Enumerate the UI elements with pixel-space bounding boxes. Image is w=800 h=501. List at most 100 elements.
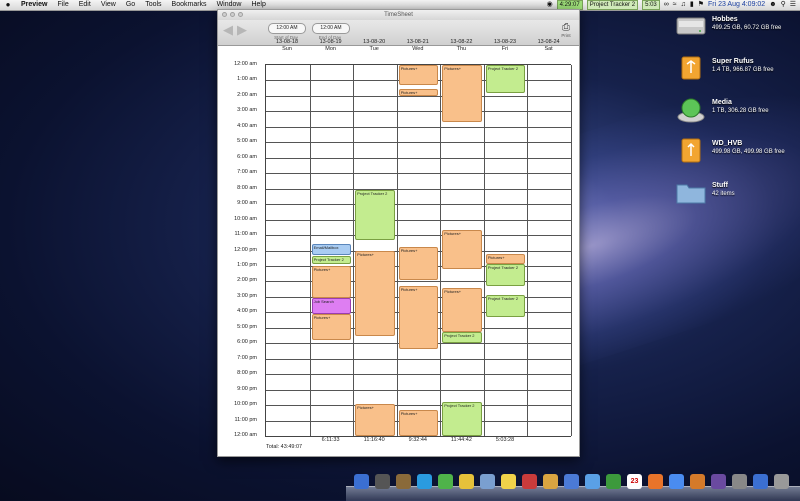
- chrome-icon[interactable]: [669, 474, 684, 489]
- messages-icon[interactable]: [585, 474, 600, 489]
- firefox-icon[interactable]: [648, 474, 663, 489]
- desktop-drive-super-rufus[interactable]: Super Rufus 1.4 TB, 966.87 GB free: [676, 56, 796, 84]
- time-entry[interactable]: Pictures+: [485, 253, 526, 265]
- calendar-date-icon[interactable]: 23: [627, 474, 642, 489]
- desktop-drive-wd-hvb[interactable]: WD_HVB 499.98 GB, 499.98 GB free: [676, 138, 796, 166]
- zoom-button[interactable]: [238, 12, 243, 17]
- time-entry[interactable]: Project Tracker 2: [485, 264, 526, 287]
- finder-icon[interactable]: [354, 474, 369, 489]
- hour-label: 6:00 pm: [237, 339, 257, 346]
- time-entry[interactable]: Project Tracker 2: [485, 295, 526, 317]
- preview-icon[interactable]: [480, 474, 495, 489]
- contacts-icon[interactable]: [396, 474, 411, 489]
- hour-gridline: [266, 95, 571, 97]
- drive-info: 1.4 TB, 966.87 GB free: [712, 67, 774, 73]
- hour-label: 10:00 am: [234, 215, 257, 222]
- trash-icon[interactable]: [774, 474, 789, 489]
- spotlight-icon[interactable]: ⚲: [781, 0, 786, 10]
- day-name: Sun: [282, 46, 292, 52]
- close-button[interactable]: [222, 12, 227, 17]
- time-entry[interactable]: Pictures+: [398, 286, 439, 350]
- window-titlebar[interactable]: TimeSheet: [218, 10, 579, 20]
- time-entry[interactable]: Pictures+: [355, 250, 395, 336]
- menu-edit[interactable]: Edit: [74, 0, 96, 10]
- time-entry[interactable]: Pictures+: [442, 230, 482, 270]
- day-header-tue: 13-08-20 Tue: [353, 39, 395, 53]
- hour-gridline: [266, 358, 571, 360]
- time-entry[interactable]: Pictures+: [442, 65, 482, 123]
- menu-view[interactable]: View: [96, 0, 121, 10]
- time-entry[interactable]: Pictures+: [311, 265, 352, 299]
- day-date: 13-08-20: [363, 39, 386, 45]
- photos-icon[interactable]: [543, 474, 558, 489]
- previous-week-button[interactable]: ◀: [221, 23, 235, 37]
- minimize-button[interactable]: [230, 12, 235, 17]
- next-week-button[interactable]: ▶: [235, 23, 249, 37]
- time-entry[interactable]: Email/Mailbox: [311, 244, 352, 256]
- time-entry[interactable]: Pictures+: [398, 409, 439, 436]
- apple-menu-icon[interactable]: ●: [0, 0, 16, 10]
- app-store-icon[interactable]: [417, 474, 432, 489]
- menu-bookmarks[interactable]: Bookmarks: [167, 0, 212, 10]
- wifi-icon[interactable]: ≈: [673, 0, 677, 10]
- menu-file[interactable]: File: [52, 0, 73, 10]
- window-controls: [222, 12, 243, 17]
- time-entry[interactable]: Project Tracker 2: [442, 332, 482, 344]
- time-entry[interactable]: Pictures+: [442, 287, 482, 333]
- menu-tools[interactable]: Tools: [140, 0, 166, 10]
- hour-label: 5:00 am: [237, 138, 257, 145]
- launchpad-icon[interactable]: [375, 474, 390, 489]
- time-entry[interactable]: Project Tracker 2: [485, 65, 526, 93]
- flag-icon[interactable]: ⚑: [698, 0, 704, 10]
- hour-label: 12:00 pm: [234, 246, 257, 253]
- day-name: Wed: [412, 46, 424, 52]
- time-entry[interactable]: Pictures+: [398, 247, 439, 280]
- game-icon[interactable]: [711, 474, 726, 489]
- link-icon[interactable]: ∞: [664, 0, 669, 10]
- settings-icon[interactable]: [732, 474, 747, 489]
- start-of-day-field[interactable]: 12:00 AM: [268, 23, 306, 34]
- hour-gridline: [266, 126, 571, 128]
- time-entry[interactable]: Pictures+: [398, 65, 439, 86]
- time-entry[interactable]: Project Tracker 2: [355, 190, 395, 240]
- volume-icon[interactable]: ♫: [681, 0, 686, 10]
- finder-alt-icon[interactable]: [753, 474, 768, 489]
- hour-label: 11:00 pm: [234, 416, 257, 423]
- timer-project[interactable]: Project Tracker 2: [586, 0, 639, 10]
- print-button[interactable]: ⎙ Print: [559, 23, 573, 39]
- menu-go[interactable]: Go: [121, 0, 140, 10]
- calendar-icon[interactable]: [522, 474, 537, 489]
- folder-icon: [676, 180, 706, 204]
- hour-label: 4:00 pm: [237, 308, 257, 315]
- menu-clock[interactable]: Fri 23 Aug 4:09:02: [708, 0, 765, 10]
- timer-small[interactable]: 5:03: [642, 0, 660, 10]
- facetime-icon[interactable]: [606, 474, 621, 489]
- timesheet-grid[interactable]: Email/Mailbox Project Tracker 2 Pictures+ J…: [265, 64, 572, 437]
- user-icon[interactable]: ☻: [769, 0, 776, 10]
- notes-icon[interactable]: [459, 474, 474, 489]
- notification-icon[interactable]: ☰: [790, 0, 796, 10]
- day-name: Sat: [544, 46, 553, 52]
- time-entry[interactable]: Project Tracker 2: [311, 255, 352, 265]
- desktop-drive-hobbes[interactable]: Hobbes 499.25 GB, 60.72 GB free: [676, 14, 796, 42]
- time-entry[interactable]: Pictures+: [398, 88, 439, 96]
- stickies-icon[interactable]: [501, 474, 516, 489]
- hour-label: 10:00 pm: [234, 401, 257, 408]
- hour-label: 4:00 am: [237, 122, 257, 129]
- day-gridline: [353, 65, 355, 436]
- time-entry[interactable]: Pictures+: [355, 403, 395, 436]
- menu-app-name[interactable]: Preview: [16, 0, 52, 10]
- desktop-folder-stuff[interactable]: Stuff 42 items: [676, 180, 796, 208]
- itunes-icon[interactable]: [564, 474, 579, 489]
- battery-icon[interactable]: ▮: [690, 0, 694, 10]
- maps-icon[interactable]: [438, 474, 453, 489]
- day-name: Fri: [501, 46, 509, 52]
- desktop-drive-media[interactable]: Media 1 TB, 306.28 GB free: [676, 97, 796, 125]
- menu-extras: ◉ 4:29:07 Project Tracker 2 5:03 ∞ ≈ ♫ ▮…: [547, 0, 800, 10]
- time-entry[interactable]: Project Tracker 2: [442, 401, 482, 436]
- end-of-day-field[interactable]: 12:00 AM: [312, 23, 350, 34]
- time-entry[interactable]: Job Search: [311, 298, 352, 314]
- day-date: 13-08-22: [450, 39, 473, 45]
- time-entry[interactable]: Pictures+: [311, 313, 352, 341]
- ibooks-icon[interactable]: [690, 474, 705, 489]
